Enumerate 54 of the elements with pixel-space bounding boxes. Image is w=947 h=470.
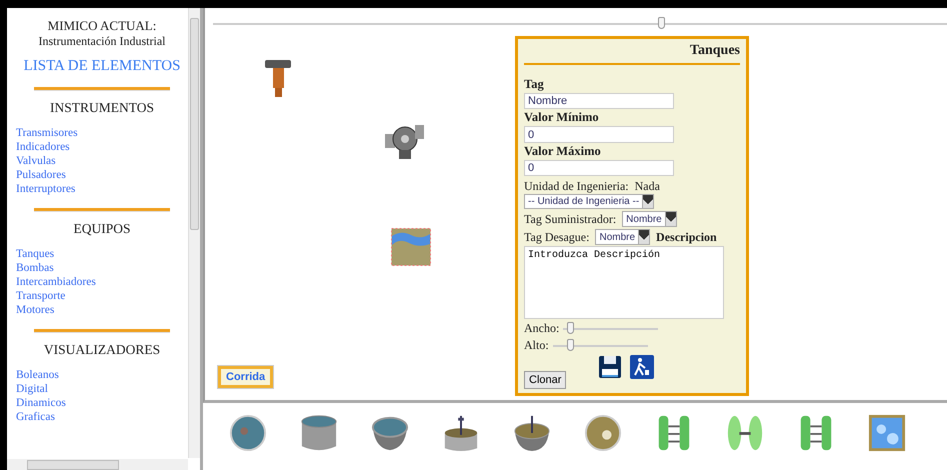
sidebar-link[interactable]: Valvulas — [16, 154, 56, 168]
section-heading: EQUIPOS — [72, 221, 132, 237]
sidebar-link[interactable]: Interruptores — [16, 182, 76, 196]
mixer-tank-icon[interactable] — [513, 414, 551, 452]
section-heading: INSTRUMENTOS — [48, 100, 155, 116]
tank-icon[interactable] — [371, 414, 409, 452]
field-label: Ancho: — [524, 321, 560, 336]
heat-exchanger-icon[interactable] — [726, 414, 764, 452]
sidebar-link[interactable]: Digital — [16, 382, 48, 396]
field-label: Tag — [524, 77, 544, 92]
transmitter-icon[interactable] — [265, 60, 291, 98]
sidebar-link[interactable]: Pulsadores — [16, 168, 66, 182]
field-label: Valor Mínimo — [524, 110, 599, 126]
sidebar-subtitle: Instrumentación Industrial — [38, 34, 166, 49]
mixer-tank-icon[interactable] — [442, 414, 480, 452]
vertical-scrollbar[interactable] — [188, 8, 200, 458]
save-icon[interactable] — [598, 355, 622, 380]
trash-person-icon[interactable] — [630, 355, 654, 380]
tank-top-icon[interactable] — [229, 414, 267, 452]
field-label: Tag Desague: — [524, 230, 590, 245]
sidebar-link[interactable]: Intercambiadores — [16, 275, 96, 289]
supply-select[interactable]: Nombre — [622, 211, 677, 228]
list-heading: LISTA DE ELEMENTOS — [22, 58, 182, 75]
description-textarea[interactable]: Introduzca Descripción — [524, 246, 724, 320]
panel-title: Tanques — [524, 43, 740, 65]
horizontal-scrollbar[interactable] — [7, 459, 188, 470]
sidebar-title: MIMICO ACTUAL: — [46, 18, 158, 34]
sidebar-link[interactable]: Dinamicos — [16, 396, 66, 410]
drain-select[interactable]: Nombre — [595, 229, 650, 246]
max-value-input[interactable]: 0 — [524, 160, 674, 176]
tank-icon[interactable] — [300, 414, 338, 452]
water-texture-icon[interactable] — [868, 414, 906, 452]
run-button[interactable]: Corrida — [218, 366, 274, 388]
unit-select[interactable]: -- Unidad de Ingenieria -- — [524, 194, 654, 210]
sidebar-link[interactable]: Motores — [16, 303, 54, 317]
clone-button[interactable]: Clonar — [524, 371, 566, 390]
sidebar-link[interactable]: Transmisores — [16, 126, 78, 140]
tag-input[interactable]: Nombre — [524, 93, 674, 110]
sidebar-link[interactable]: Graficas — [16, 410, 55, 424]
sidebar-link[interactable]: Boleanos — [16, 368, 59, 382]
sidebar-link[interactable]: Transporte — [16, 289, 66, 303]
sidebar-link[interactable]: Indicadores — [16, 140, 70, 154]
section-heading: VISUALIZADORES — [42, 342, 162, 358]
sidebar-link[interactable]: Bombas — [16, 261, 54, 275]
field-label: Alto: — [524, 338, 549, 354]
field-label: Descripcion — [656, 230, 717, 245]
tank-icon[interactable] — [391, 228, 431, 266]
field-label: Unidad de Ingenieria: — [524, 179, 629, 194]
field-label: Tag Suministrador: — [524, 212, 616, 227]
min-value-input[interactable]: 0 — [524, 126, 674, 143]
tank-top-icon[interactable] — [584, 414, 622, 452]
sidebar-link[interactable]: Tanques — [16, 247, 54, 261]
unit-value: Nada — [634, 179, 660, 194]
field-label: Valor Máximo — [524, 144, 601, 159]
